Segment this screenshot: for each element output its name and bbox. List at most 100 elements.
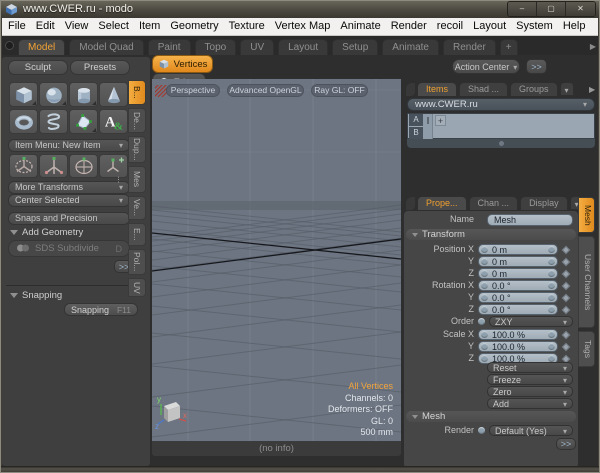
mini-slider-knob[interactable] <box>481 282 488 289</box>
prop-field-y[interactable]: 0.0 ° <box>478 292 558 303</box>
menu-recoil[interactable]: recoil <box>432 18 468 35</box>
mini-slider-knob[interactable] <box>548 343 555 350</box>
prop-field-rotation-x[interactable]: 0.0 ° <box>478 280 558 291</box>
viewport-advanced-opengl-button[interactable]: Advanced OpenGL <box>227 84 304 97</box>
tool-cube-button[interactable] <box>9 82 38 107</box>
mini-slider-knob[interactable] <box>481 343 488 350</box>
menu-animate[interactable]: Animate <box>335 18 385 35</box>
tool-helix-button[interactable] <box>39 109 68 134</box>
toolbox-vtab-uv[interactable]: UV <box>128 278 146 297</box>
menu-vertex-map[interactable]: Vertex Map <box>270 18 336 35</box>
center-selected-dropdown[interactable]: Center Selected <box>8 194 130 207</box>
keyframe-diamond-icon[interactable] <box>562 269 570 277</box>
layout-tab-model-quad[interactable]: Model Quad <box>69 39 143 55</box>
mini-slider-knob[interactable] <box>481 331 488 338</box>
prop-tab-prope[interactable]: Prope... <box>417 196 467 210</box>
prop-field-z[interactable]: 0 m <box>478 268 558 279</box>
add-geometry-header[interactable]: Add Geometry <box>10 227 83 238</box>
menu-system[interactable]: System <box>511 18 558 35</box>
layout-tab-paint[interactable]: Paint <box>148 39 191 55</box>
tool-cylinder-button[interactable] <box>69 82 98 107</box>
mini-slider-knob[interactable] <box>548 331 555 338</box>
list-tab-groups[interactable]: Groups <box>510 82 558 96</box>
mini-slider-knob[interactable] <box>481 306 488 313</box>
item-list-col-a[interactable]: A <box>409 114 423 126</box>
zero-button[interactable]: Zero <box>487 386 573 397</box>
freeze-button[interactable]: Freeze <box>487 374 573 385</box>
snapping-header[interactable]: Snapping <box>10 290 62 301</box>
tool-locator-add-button[interactable] <box>99 154 128 178</box>
props-vtab-user-channels[interactable]: User Channels <box>578 236 595 328</box>
properties-expand-button[interactable]: >> <box>556 438 576 450</box>
mini-slider-knob[interactable] <box>548 306 555 313</box>
item-list-scrollbar[interactable] <box>407 139 595 148</box>
presets-button[interactable]: Presets <box>70 60 130 75</box>
menu-layout[interactable]: Layout <box>468 18 511 35</box>
viewport-perspective-button[interactable]: Perspective <box>166 84 220 97</box>
mini-slider-knob[interactable] <box>548 246 555 253</box>
channel-knob[interactable] <box>478 427 485 434</box>
layout-tab-render[interactable]: Render <box>443 39 496 55</box>
toolbox-vtab-b[interactable]: B... <box>128 80 146 105</box>
keyframe-diamond-icon[interactable] <box>562 245 570 253</box>
keyframe-diamond-icon[interactable] <box>562 330 570 338</box>
menu-view[interactable]: View <box>60 18 94 35</box>
layout-tab-model[interactable]: Model <box>18 39 65 55</box>
prop-field-z[interactable]: 0.0 ° <box>478 304 558 315</box>
toolbox-vtab-dup[interactable]: Dup... <box>128 136 146 163</box>
prop-dropdown-order[interactable]: ZXY <box>489 316 573 327</box>
render-dropdown[interactable]: Default (Yes) <box>489 425 573 436</box>
toolbox-vtab-mes[interactable]: Mes ... <box>128 166 146 193</box>
mini-slider-knob[interactable] <box>481 294 488 301</box>
tool-locator-circle-button[interactable] <box>69 154 98 178</box>
toolbox-vtab-e[interactable]: E... <box>128 223 146 246</box>
menu-item[interactable]: Item <box>134 18 165 35</box>
add-button[interactable]: Add <box>487 398 573 409</box>
list-tab-dropdown-caret-icon[interactable] <box>560 82 574 96</box>
sculpt-button[interactable]: Sculpt <box>8 60 68 75</box>
mini-slider-knob[interactable] <box>481 246 488 253</box>
layout-tab-topo[interactable]: Topo <box>195 39 237 55</box>
menu-edit[interactable]: Edit <box>31 18 60 35</box>
layout-tab-uv[interactable]: UV <box>240 39 274 55</box>
layout-tab-blank[interactable]: + <box>500 39 518 55</box>
item-list-col-b[interactable]: B <box>409 127 423 139</box>
prop-field-position-x[interactable]: 0 m <box>478 244 558 255</box>
layout-tabs-overflow-icon[interactable]: ▶ <box>590 42 596 51</box>
mini-slider-knob[interactable] <box>481 258 488 265</box>
more-transforms-dropdown[interactable]: More Transforms <box>8 181 130 194</box>
menu-render[interactable]: Render <box>386 18 432 35</box>
reset-button[interactable]: Reset <box>487 362 573 373</box>
sds-subdivide-button[interactable]: SDS Subdivide D <box>8 240 130 257</box>
toolbox-vtab-ve[interactable]: Ve... <box>128 196 146 220</box>
menu-geometry[interactable]: Geometry <box>165 18 223 35</box>
props-vtab-tags[interactable]: Tags <box>578 331 595 367</box>
prop-tab-display[interactable]: Display <box>520 196 568 210</box>
add-item-button[interactable]: + <box>435 115 446 126</box>
keyframe-diamond-icon[interactable] <box>562 257 570 265</box>
keyframe-diamond-icon[interactable] <box>562 342 570 350</box>
menu-select[interactable]: Select <box>93 18 134 35</box>
tool-sphere-button[interactable] <box>39 82 68 107</box>
mesh-section-header[interactable]: Mesh <box>406 411 576 422</box>
maximize-button[interactable]: ▢ <box>537 2 566 16</box>
layout-tab-layout[interactable]: Layout <box>278 39 328 55</box>
tool-locator-ring-button[interactable] <box>9 154 38 178</box>
layout-tab-setup[interactable]: Setup <box>332 39 378 55</box>
item-menu-dropdown[interactable]: Item Menu: New Item <box>8 139 130 152</box>
mode-tab-vertices[interactable]: Vertices <box>152 55 213 73</box>
action-center-dropdown[interactable]: Action Center <box>452 59 520 74</box>
list-tab-shad[interactable]: Shad ... <box>459 82 508 96</box>
list-tab-items[interactable]: Items <box>417 82 457 96</box>
transform-section-header[interactable]: Transform <box>406 229 576 240</box>
close-button[interactable]: ✕ <box>566 2 595 16</box>
menu-help[interactable]: Help <box>558 18 591 35</box>
mini-slider-knob[interactable] <box>548 282 555 289</box>
layout-tab-animate[interactable]: Animate <box>382 39 439 55</box>
keyframe-diamond-icon[interactable] <box>562 305 570 313</box>
toolbox-vtab-pol[interactable]: Pol... <box>128 249 146 275</box>
snaps-precision-button[interactable]: Snaps and Precision <box>8 212 130 225</box>
tool-cone-button[interactable] <box>99 82 128 107</box>
prop-field-scale-x[interactable]: 100.0 % <box>478 329 558 340</box>
mode-bar-expand-button[interactable]: >> <box>526 59 547 74</box>
